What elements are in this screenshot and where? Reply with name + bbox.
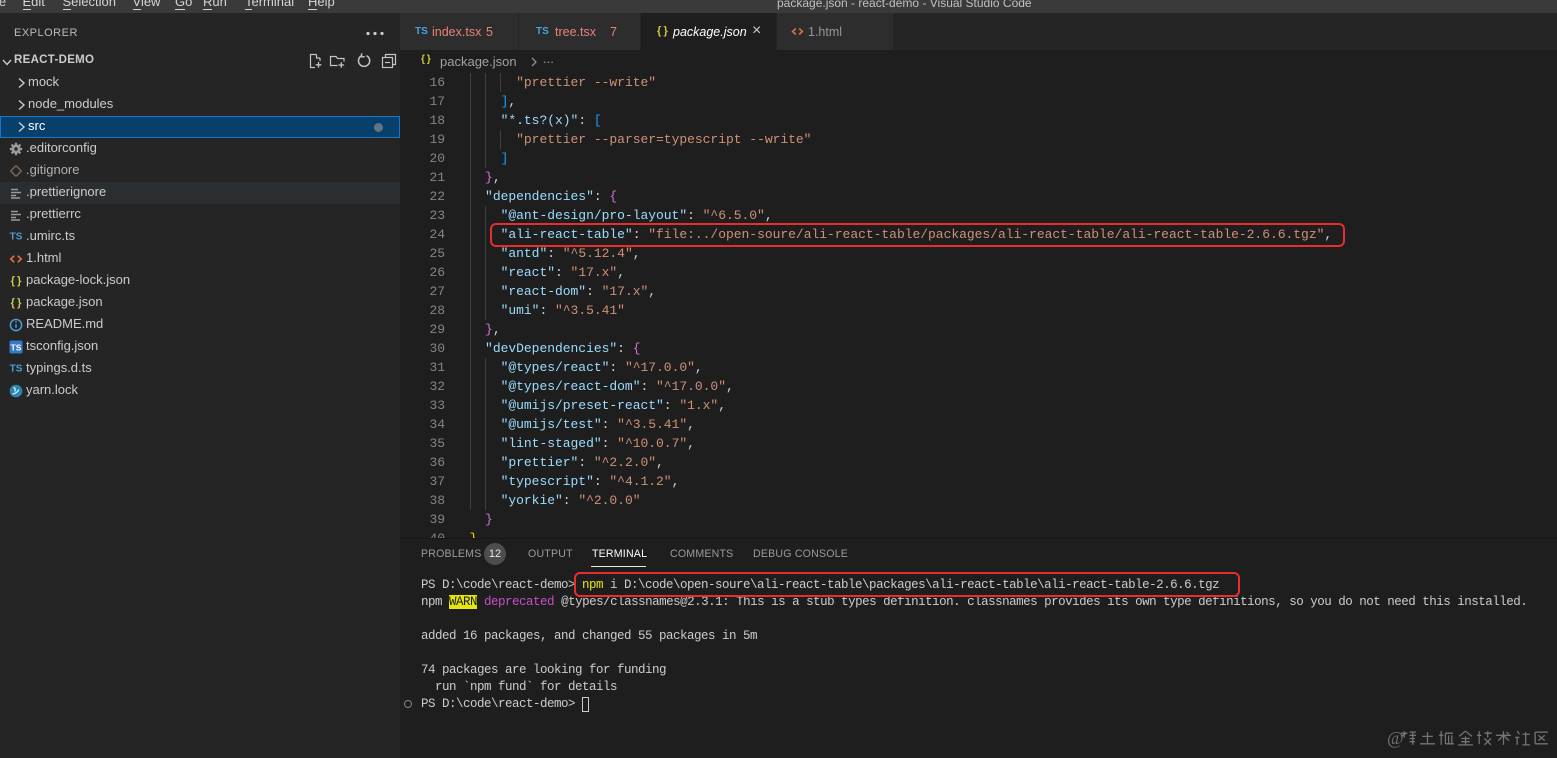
svg-text:TS: TS — [11, 343, 22, 353]
